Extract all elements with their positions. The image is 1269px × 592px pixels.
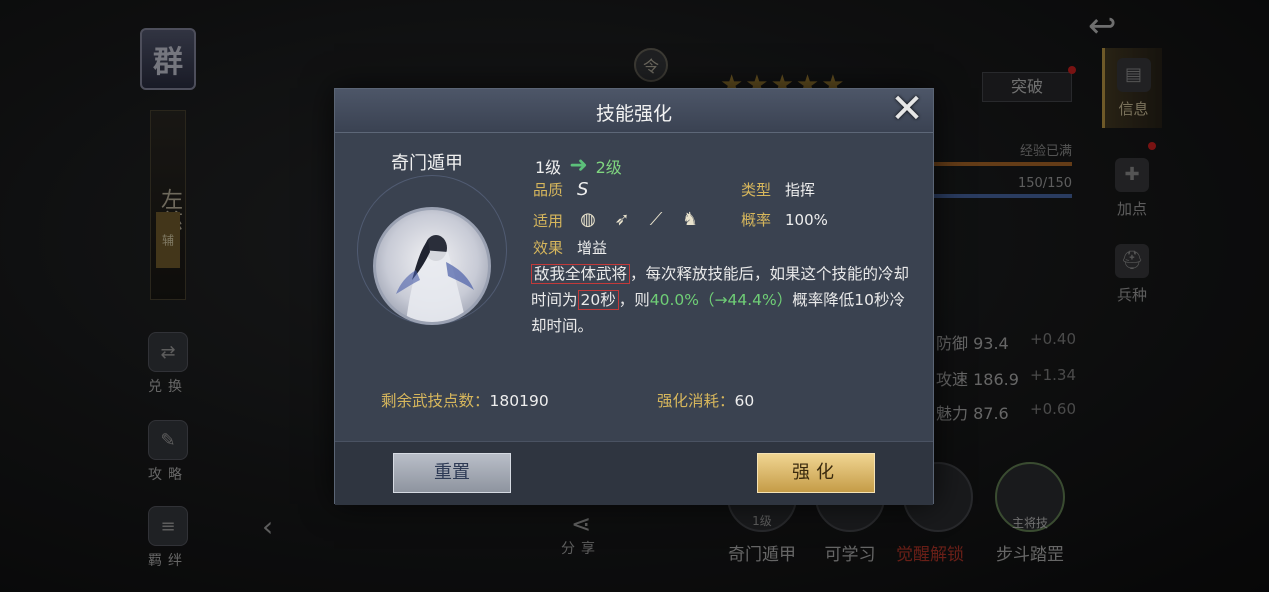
effect-value: 增益 [577,239,608,257]
reset-button[interactable]: 重置 [393,453,511,493]
effect-label: 效果 [533,239,564,257]
skill-label-locked: 觉醒解锁 [896,545,964,565]
exchange-icon: ⇄ [148,332,188,372]
remaining-points: 剩余武技点数：180190 [381,389,549,411]
bond-label: 羁绊 [148,553,188,569]
tab-add-point-label: 加点 [1116,199,1147,218]
level-progress: 1级 ➜ 2级 [535,153,622,178]
role-tag: 辅 [156,212,180,268]
share-icon: ⋖ [570,510,592,538]
close-icon[interactable]: ✕ [885,89,929,133]
stat-value: 87.6 [973,404,1009,423]
chevron-left-icon[interactable]: ‹ [262,510,273,543]
exp-status: 经验已满 [1019,144,1072,159]
stat-plus: +0.60 [1030,400,1076,418]
shield-icon: ◍ [580,209,596,230]
skill-portrait [373,207,491,325]
skill-level: 1级 [752,514,772,528]
share-label: 分享 [561,541,601,557]
tab-troop[interactable]: ⛑ 兵种 [1102,234,1162,314]
effect-row: 效果 增益 [533,237,607,258]
bond-button[interactable]: ≡ 羁绊 [138,506,198,576]
main-skill-tag: 主将技 [1011,516,1048,530]
quality-row: 品质 S [533,179,588,200]
skill-slot-4[interactable]: 主将技 [990,462,1070,532]
type-row: 类型 指挥 [741,179,815,200]
remaining-value: 180190 [489,392,549,410]
stat-row: 魅力 87.6 +0.60 [936,400,1076,424]
cost-label: 强化消耗： [657,392,735,410]
troop-type-icons: ◍ ➶ ⟋ ♞ [577,209,701,231]
cost-value: 60 [734,392,755,410]
quality-value: S [577,179,589,200]
stat-row: 防御 93.4 +0.40 [936,330,1076,354]
skill-label: 步斗踏罡 [996,545,1064,565]
guide-label: 攻略 [148,467,188,483]
share-button[interactable]: ⋖ 分享 [556,510,606,558]
remaining-label: 剩余武技点数： [381,392,490,410]
arrow-right-icon: ➜ [569,153,588,178]
stat-plus: +1.34 [1030,366,1076,384]
quality-label: 品质 [533,181,564,199]
right-tab-bar: ▤ 信息 ✚ 加点 ⛑ 兵种 [1102,48,1269,308]
effect-description: 敌我全体武将 ，每次释放技能后，如果这个技能的冷却时间为 20秒 ，则40.0%（→4… [531,261,915,339]
order-badge[interactable]: 令 [634,48,668,82]
chance-label: 概率 [741,211,772,229]
stat-name: 攻速 [936,370,969,389]
stat-name: 防御 [936,334,969,353]
add-point-icon: ✚ [1115,157,1149,192]
bow-icon: ➶ [614,209,630,230]
exchange-button[interactable]: ⇄ 兑换 [138,332,198,402]
stat-name: 魅力 [936,404,969,423]
helmet-icon: ⛑ [1115,243,1149,278]
scroll-icon: ▤ [1116,57,1151,92]
stat-value: 93.4 [973,334,1009,353]
dialog-title: 技能强化 [595,103,672,125]
tab-info-label: 信息 [1118,99,1149,118]
type-value: 指挥 [785,181,816,199]
tab-info[interactable]: ▤ 信息 [1102,48,1162,128]
exp-bar-secondary [930,194,1072,198]
faction-badge: 群 [140,28,196,90]
chance-row: 概率 100% [741,209,828,230]
upgrade-button[interactable]: 强化 [757,453,875,493]
bond-icon: ≡ [148,506,188,546]
effect-text-segment: ，则 [618,291,650,309]
chance-upgrade-text: 40.0%（→44.4%） [649,291,793,309]
notification-dot [1068,66,1076,74]
stat-value: 186.9 [973,370,1019,389]
level-from: 1级 [535,157,562,177]
back-icon[interactable]: ↩ [1088,6,1148,46]
cooldown-highlight: 20秒 [577,290,619,310]
dialog-header: 技能强化 ✕ [335,89,933,133]
horse-icon: ♞ [681,209,699,230]
exp-value: 150/150 [1017,176,1072,191]
level-to: 2级 [595,157,622,177]
chance-value: 100% [785,210,828,229]
skill-label: 奇门遁甲 [728,545,796,565]
exp-bar [930,162,1072,166]
exchange-label: 兑换 [148,379,188,395]
guide-icon: ✎ [148,420,188,460]
notification-dot [1148,142,1156,150]
hero-name: 左慈 [150,110,186,300]
skill-name: 奇门遁甲 [391,153,463,174]
guide-button[interactable]: ✎ 攻略 [138,420,198,490]
skill-upgrade-dialog: 技能强化 ✕ 奇门遁甲 1级 ➜ 2级 品质 S 类型 指挥 适用 ◍ ➶ ⟋ … [334,88,934,505]
applicable-row: 适用 ◍ ➶ ⟋ ♞ [533,209,701,231]
stat-row: 攻速 186.9 +1.34 [936,366,1076,390]
applicable-label: 适用 [533,211,564,230]
type-label: 类型 [741,181,772,199]
experience-panel: 经验已满 150/150 [930,140,1072,198]
stat-plus: +0.40 [1030,330,1076,348]
breakthrough-button[interactable]: 突破 [982,72,1072,102]
spear-icon: ⟋ [649,209,663,230]
tab-add-point[interactable]: ✚ 加点 [1102,148,1162,228]
upgrade-cost: 强化消耗：60 [657,389,754,411]
target-highlight: 敌我全体武将 [531,264,631,284]
tab-troop-label: 兵种 [1116,285,1147,304]
